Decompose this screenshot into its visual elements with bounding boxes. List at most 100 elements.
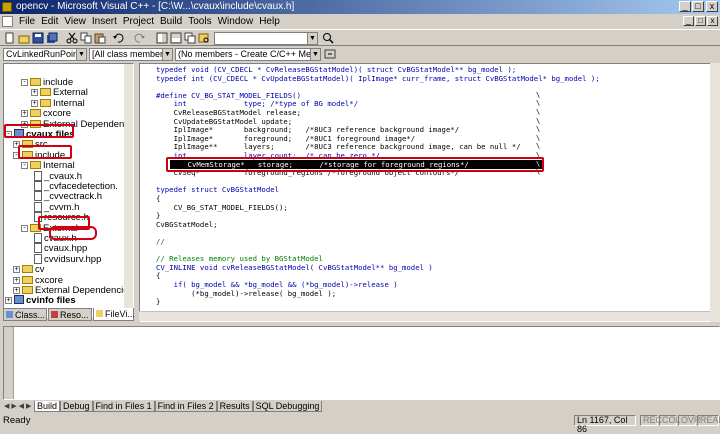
expand-icon[interactable]: + — [21, 120, 28, 128]
collapse-icon[interactable]: - — [21, 79, 28, 86]
output-tab[interactable]: Find in Files 2 — [154, 401, 217, 412]
tree-item[interactable]: + External — [31, 87, 88, 98]
code-line[interactable]: CvBGStatModel; — [156, 220, 218, 229]
tree-item[interactable]: resource.h — [31, 212, 89, 223]
collapse-icon[interactable]: - — [21, 162, 28, 170]
code-line[interactable]: CV_BG_STAT_MODEL_FIELDS(); — [156, 203, 288, 212]
code-line[interactable]: // — [156, 237, 165, 246]
maximize-button[interactable]: □ — [692, 1, 704, 12]
tree-item[interactable]: + cv — [13, 264, 45, 275]
expand-icon[interactable]: + — [31, 99, 38, 107]
open-folder-icon[interactable] — [18, 32, 30, 44]
copy-icon[interactable] — [80, 32, 92, 44]
output-tab-scroll-arrows[interactable]: ◀ ▶ ◀ ▶ — [4, 402, 31, 410]
paste-icon[interactable] — [94, 32, 106, 44]
expand-icon[interactable]: + — [13, 276, 20, 284]
mdi-minimize-button[interactable]: _ — [683, 16, 694, 26]
collapse-icon[interactable]: - — [13, 151, 20, 159]
members-filter-combo[interactable]: [All class members] ▼ — [89, 48, 173, 61]
code-line[interactable]: (*bg_model)->release( bg_model ); — [156, 289, 336, 298]
menu-view[interactable]: View — [61, 15, 89, 28]
expand-icon[interactable]: + — [13, 266, 20, 274]
tree-item[interactable]: _cvfacedetection. — [31, 181, 118, 192]
output-window-icon[interactable] — [170, 32, 182, 44]
menu-insert[interactable]: Insert — [89, 15, 120, 28]
tab-fileview[interactable]: FileVi... — [93, 308, 135, 321]
tree-item[interactable]: cvvidsurv.hpp — [31, 253, 101, 265]
menu-help[interactable]: Help — [256, 15, 283, 28]
save-icon[interactable] — [32, 32, 44, 44]
code-line[interactable]: typedef struct CvBGStatModel — [156, 185, 279, 194]
members-combo[interactable]: (No members - Create C/C++ Memb ▼ — [175, 48, 321, 61]
editor-horizontal-scrollbar[interactable] — [139, 311, 710, 321]
tree-item[interactable]: - External — [21, 223, 78, 234]
tree-item[interactable]: cvaux.h — [31, 233, 77, 244]
output-tab[interactable]: Find in Files 1 — [92, 401, 155, 412]
tree-item[interactable]: - include — [13, 150, 65, 161]
menu-file[interactable]: File — [16, 15, 38, 28]
tree-item[interactable]: _cvvectrack.h — [31, 191, 102, 202]
menu-edit[interactable]: Edit — [38, 15, 61, 28]
workspace-scrollbar[interactable] — [124, 64, 133, 317]
undo-icon[interactable] — [112, 32, 124, 44]
redo-icon[interactable] — [134, 32, 146, 44]
find-combo[interactable]: ▼ — [214, 32, 318, 45]
tab-classview[interactable]: Class... — [3, 308, 47, 321]
editor-vertical-scrollbar[interactable] — [710, 63, 720, 322]
code-line[interactable]: CvSeq* foreground_regions /*foreground o… — [156, 168, 460, 177]
collapse-icon[interactable]: - — [21, 224, 28, 232]
expand-icon[interactable]: + — [5, 297, 12, 305]
tree-item[interactable]: + src — [13, 139, 48, 150]
tab-resourceview[interactable]: Reso... — [48, 308, 92, 321]
document-icon[interactable] — [2, 16, 13, 27]
workspace-icon[interactable] — [156, 32, 168, 44]
code-editor[interactable]: typedef void (CV_CDECL * CvReleaseBGStat… — [139, 63, 720, 322]
tree-item[interactable]: - cvaux files — [5, 129, 75, 140]
output-tab[interactable]: Debug — [60, 401, 93, 412]
tree-item[interactable]: _cvvm.h — [31, 201, 79, 213]
tree-item[interactable]: + cvinfo files — [5, 295, 76, 306]
output-pane[interactable] — [3, 326, 720, 400]
output-tab[interactable]: Build — [34, 401, 61, 412]
tree-item[interactable]: + External Dependencies — [13, 285, 133, 296]
find-icon[interactable] — [322, 32, 334, 44]
save-all-icon[interactable] — [46, 32, 58, 44]
menu-tools[interactable]: Tools — [185, 15, 214, 28]
tree-item[interactable]: - Internal — [21, 160, 75, 171]
workspace-file-tree[interactable]: - include + External + Internal + cxcore + Extern… — [3, 63, 134, 318]
new-file-icon[interactable] — [4, 32, 16, 44]
output-tab[interactable]: Results — [216, 401, 253, 412]
cut-icon[interactable] — [66, 32, 78, 44]
tree-item[interactable]: _cvaux.h — [31, 170, 82, 182]
tree-item-label: Internal — [43, 160, 75, 172]
tree-item[interactable]: + Internal — [31, 98, 85, 109]
mdi-close-button[interactable]: x — [707, 16, 718, 26]
output-tab[interactable]: SQL Debugging — [252, 401, 323, 412]
expand-icon[interactable]: + — [21, 110, 28, 118]
tree-item[interactable]: + External Dependencies — [21, 119, 133, 130]
tree-item[interactable]: cvaux.hpp — [31, 243, 87, 254]
code-line[interactable]: } — [156, 297, 160, 306]
app-icon[interactable] — [2, 2, 12, 12]
code-line[interactable]: typedef int (CV_CDECL * CvUpdateBGStatMo… — [156, 74, 600, 83]
title-bar[interactable]: opencv - Microsoft Visual C++ - [C:\W...… — [0, 0, 720, 14]
minimize-button[interactable]: _ — [679, 1, 691, 12]
menu-window[interactable]: Window — [215, 15, 257, 28]
wizard-action-icon[interactable] — [324, 48, 336, 60]
expand-icon[interactable]: + — [13, 287, 20, 294]
expand-icon[interactable]: + — [13, 141, 20, 149]
class-combo[interactable]: CvLinkedRunPoint ▼ — [3, 48, 87, 61]
code-line[interactable]: CV_INLINE void cvReleaseBGStatModel( CvB… — [156, 263, 433, 272]
tree-item[interactable]: + cxcore — [13, 275, 63, 286]
close-button[interactable]: x — [706, 1, 718, 12]
menu-build[interactable]: Build — [157, 15, 185, 28]
window-list-icon[interactable] — [184, 32, 196, 44]
expand-icon[interactable]: + — [31, 89, 38, 97]
find-in-files-icon[interactable] — [198, 32, 210, 44]
mdi-restore-button[interactable]: □ — [695, 16, 706, 26]
tree-item[interactable]: - include — [21, 77, 73, 88]
project-icon — [14, 295, 24, 305]
collapse-icon[interactable]: - — [5, 131, 12, 138]
tree-item[interactable]: + cxcore — [21, 108, 71, 119]
menu-project[interactable]: Project — [120, 15, 157, 28]
